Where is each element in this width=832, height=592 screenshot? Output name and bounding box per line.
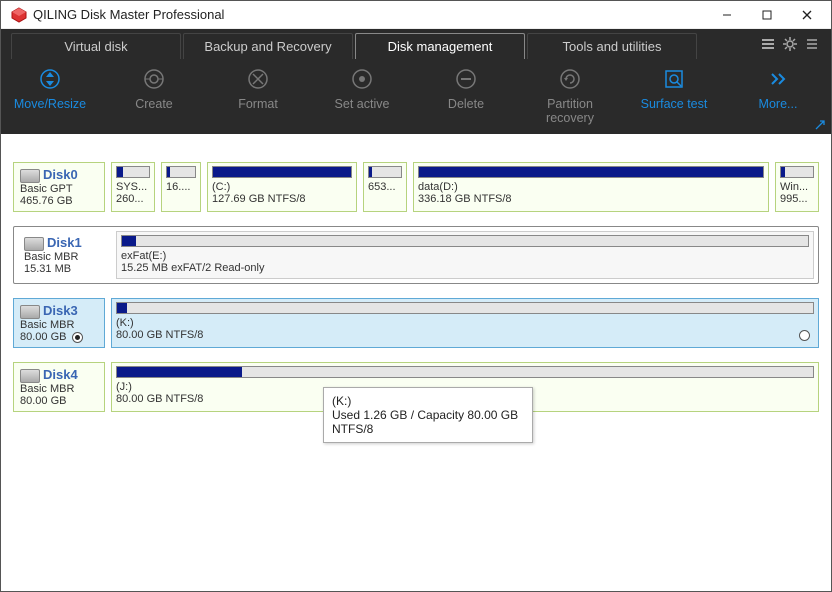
tooltip-line: (K:) — [332, 394, 524, 408]
partition-info: 260... — [116, 193, 150, 205]
more-button[interactable]: More... — [733, 67, 823, 111]
disk-icon — [20, 305, 40, 319]
disk-size: 465.76 GB — [20, 195, 98, 207]
partition-tooltip: (K:) Used 1.26 GB / Capacity 80.00 GB NT… — [323, 387, 533, 443]
recovery-icon — [558, 67, 582, 91]
partition-label: Win... — [780, 181, 814, 193]
create-button[interactable]: Create — [109, 67, 199, 111]
partition-label: SYS... — [116, 181, 150, 193]
disk-type: Basic GPT — [20, 183, 98, 195]
partition-list: (K:) 80.00 GB NTFS/8 — [111, 298, 819, 348]
move-resize-icon — [38, 67, 62, 91]
partition[interactable]: 16.... — [161, 162, 201, 212]
list-view-icon[interactable] — [757, 29, 779, 59]
partition[interactable]: SYS...260... — [111, 162, 155, 212]
partition-info: 653... — [368, 181, 402, 193]
partition-info: 336.18 GB NTFS/8 — [418, 193, 764, 205]
surface-test-button[interactable]: Surface test — [629, 67, 719, 111]
action-toolbar: Move/Resize Create Format Set active Del… — [1, 59, 831, 134]
disk-header[interactable]: Disk1 Basic MBR 15.31 MB — [18, 231, 110, 279]
disk-type: Basic MBR — [20, 383, 98, 395]
tab-label: Disk management — [388, 39, 493, 54]
partition-info: 995... — [780, 193, 814, 205]
partition-info: 16.... — [166, 181, 196, 193]
partition-list: exFat(E:)15.25 MB exFAT/2 Read-only — [116, 231, 814, 279]
partition-info: 15.25 MB exFAT/2 Read-only — [121, 262, 809, 274]
tab-backup-recovery[interactable]: Backup and Recovery — [183, 33, 353, 59]
disk-icon — [20, 369, 40, 383]
partition[interactable]: 653... — [363, 162, 407, 212]
app-window: QILING Disk Master Professional Virtual … — [0, 0, 832, 592]
disk-icon — [20, 169, 40, 183]
tab-label: Virtual disk — [64, 39, 127, 54]
partition-label: data(D:) — [418, 181, 764, 193]
tool-label: Set active — [335, 97, 390, 111]
tool-label: Surface test — [641, 97, 708, 111]
tool-label: Move/Resize — [14, 97, 86, 111]
partition[interactable]: Win...995... — [775, 162, 819, 212]
title-bar: QILING Disk Master Professional — [1, 1, 831, 29]
disk-name: Disk1 — [47, 235, 82, 250]
tool-label: More... — [759, 97, 798, 111]
disk-size: 80.00 GB — [20, 331, 66, 343]
delete-button[interactable]: Delete — [421, 67, 511, 111]
tooltip-line: NTFS/8 — [332, 422, 524, 436]
menu-icon[interactable] — [801, 29, 823, 59]
partition-label: (C:) — [212, 181, 352, 193]
window-title: QILING Disk Master Professional — [33, 7, 707, 22]
set-active-icon — [350, 67, 374, 91]
partition-list: SYS...260... 16.... (C:)127.69 GB NTFS/8… — [111, 162, 819, 212]
partition-info: 127.69 GB NTFS/8 — [212, 193, 352, 205]
more-icon — [766, 67, 790, 91]
partition[interactable]: exFat(E:)15.25 MB exFAT/2 Read-only — [116, 231, 814, 279]
format-icon — [246, 67, 270, 91]
disk-row[interactable]: Disk1 Basic MBR 15.31 MB exFat(E:)15.25 … — [13, 226, 819, 284]
settings-icon[interactable] — [779, 29, 801, 59]
disk-header[interactable]: Disk3 Basic MBR 80.00 GB — [13, 298, 105, 348]
tool-label: Create — [135, 97, 173, 111]
disk-icon — [24, 237, 44, 251]
create-icon — [142, 67, 166, 91]
tab-label: Backup and Recovery — [204, 39, 331, 54]
disk-name: Disk4 — [43, 367, 78, 382]
maximize-button[interactable] — [747, 1, 787, 29]
partition-info: 80.00 GB NTFS/8 — [116, 329, 814, 341]
disk-header[interactable]: Disk4 Basic MBR 80.00 GB — [13, 362, 105, 412]
surface-test-icon — [662, 67, 686, 91]
disk-header[interactable]: Disk0 Basic GPT 465.76 GB — [13, 162, 105, 212]
partition-label: (K:) — [116, 317, 814, 329]
tool-label: Delete — [448, 97, 484, 111]
disk-size: 80.00 GB — [20, 395, 98, 407]
radio-selected-icon[interactable] — [72, 332, 83, 343]
main-tabs: Virtual disk Backup and Recovery Disk ma… — [1, 29, 831, 59]
move-resize-button[interactable]: Move/Resize — [5, 67, 95, 111]
close-button[interactable] — [787, 1, 827, 29]
partition[interactable]: (C:)127.69 GB NTFS/8 — [207, 162, 357, 212]
expand-toolbar-icon[interactable] — [815, 120, 825, 130]
tab-virtual-disk[interactable]: Virtual disk — [11, 33, 181, 59]
disk-row[interactable]: Disk0 Basic GPT 465.76 GB SYS...260... 1… — [13, 162, 819, 212]
tab-tools-utilities[interactable]: Tools and utilities — [527, 33, 697, 59]
set-active-button[interactable]: Set active — [317, 67, 407, 111]
tool-label: Partition recovery — [546, 97, 594, 125]
disk-list: Disk0 Basic GPT 465.76 GB SYS...260... 1… — [1, 134, 831, 591]
disk-type: Basic MBR — [24, 251, 104, 263]
disk-type: Basic MBR — [20, 319, 98, 331]
partition-label: exFat(E:) — [121, 250, 809, 262]
tooltip-line: Used 1.26 GB / Capacity 80.00 GB — [332, 408, 524, 422]
delete-icon — [454, 67, 478, 91]
disk-size: 15.31 MB — [24, 263, 104, 275]
app-logo-icon — [11, 7, 27, 23]
format-button[interactable]: Format — [213, 67, 303, 111]
disk-name: Disk0 — [43, 167, 78, 182]
minimize-button[interactable] — [707, 1, 747, 29]
partition-recovery-button[interactable]: Partition recovery — [525, 67, 615, 125]
tab-disk-management[interactable]: Disk management — [355, 33, 525, 59]
disk-name: Disk3 — [43, 303, 78, 318]
disk-row-selected[interactable]: Disk3 Basic MBR 80.00 GB (K:) 80.00 GB N… — [13, 298, 819, 348]
tab-label: Tools and utilities — [563, 39, 662, 54]
partition-selected[interactable]: (K:) 80.00 GB NTFS/8 — [111, 298, 819, 348]
tool-label: Format — [238, 97, 278, 111]
partition[interactable]: data(D:)336.18 GB NTFS/8 — [413, 162, 769, 212]
